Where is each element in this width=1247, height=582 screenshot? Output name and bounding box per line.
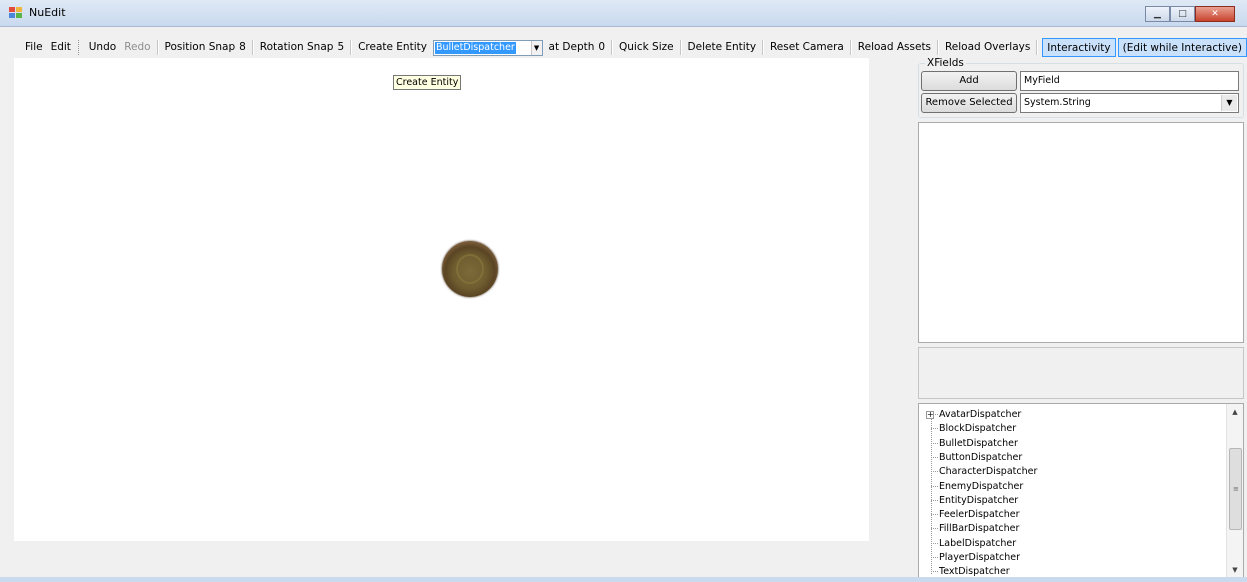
tree-connector-tick: [931, 456, 938, 458]
reload-overlays-button[interactable]: Reload Overlays: [941, 38, 1034, 57]
field-name-input[interactable]: MyField: [1020, 71, 1239, 91]
minimize-icon: ▁: [1154, 9, 1161, 19]
remove-selected-button[interactable]: Remove Selected: [921, 93, 1017, 113]
tree-item-label: FillBarDispatcher: [939, 523, 1020, 535]
scroll-thumb[interactable]: ≡: [1229, 448, 1242, 530]
tree-item-label: FeelerDispatcher: [939, 509, 1020, 521]
tree-connector-tick: [931, 571, 938, 573]
window-controls: ▁ □ ✕: [1145, 6, 1235, 22]
tree-item[interactable]: ButtonDispatcher: [919, 451, 1022, 465]
tree-item-label: TextDispatcher: [939, 566, 1010, 578]
separator: [156, 40, 159, 55]
tree-scrollbar[interactable]: ▲ ≡ ▼: [1226, 404, 1243, 578]
tree-item[interactable]: EnemyDispatcher: [919, 480, 1023, 494]
quick-size-button[interactable]: Quick Size: [615, 38, 678, 57]
tree-item-label: BulletDispatcher: [939, 437, 1018, 449]
tree-connector-tick: [931, 428, 938, 430]
tree-connector-tick: [931, 528, 938, 530]
reset-camera-button[interactable]: Reset Camera: [766, 38, 848, 57]
scroll-up-icon[interactable]: ▲: [1227, 404, 1243, 420]
tree-item-label: EnemyDispatcher: [939, 480, 1024, 492]
tree-connector-tick: [931, 499, 938, 501]
tree-connector-tick: [931, 485, 938, 487]
tree-item[interactable]: FillBarDispatcher: [919, 522, 1019, 536]
tree-connector-tick: [931, 514, 938, 516]
chevron-down-icon[interactable]: ▼: [1221, 95, 1237, 111]
toolbar: File Edit Undo Redo Position Snap 8 Rota…: [0, 37, 1247, 58]
maximize-button[interactable]: □: [1170, 6, 1195, 22]
tree-connector-tick: [931, 442, 938, 444]
tree-connector-tick: [931, 542, 938, 544]
title-bar: NuEdit ▁ □ ✕: [0, 0, 1247, 27]
tree-item-label: PlayerDispatcher: [939, 552, 1021, 563]
field-type-select[interactable]: System.String ▼: [1020, 93, 1239, 113]
dispatcher-tree[interactable]: + AvatarDispatcher BlockDispatcher BulletDi…: [918, 403, 1244, 579]
delete-entity-button[interactable]: Delete Entity: [684, 38, 761, 57]
tree-connector-tick: [931, 471, 938, 473]
tree-item[interactable]: CharacterDispatcher: [919, 465, 1037, 479]
tree-item-label: BlockDispatcher: [939, 423, 1017, 435]
toolbar-grip[interactable]: [77, 40, 82, 55]
undo-button[interactable]: Undo: [85, 38, 120, 57]
field-type-value: System.String: [1024, 97, 1091, 108]
thumb-grip-icon: ≡: [1233, 485, 1239, 493]
separator: [1036, 40, 1039, 55]
reload-assets-button[interactable]: Reload Assets: [854, 38, 935, 57]
tree-item[interactable]: EntityDispatcher: [919, 494, 1018, 508]
tree-item-label: LabelDispatcher: [939, 537, 1017, 549]
tree-item-label: ButtonDispatcher: [939, 451, 1023, 463]
separator: [849, 40, 852, 55]
tree-connector-tick: [931, 557, 938, 558]
close-icon: ✕: [1211, 9, 1219, 19]
description-panel: [918, 347, 1244, 399]
redo-button[interactable]: Redo: [120, 38, 154, 57]
entity-type-combo[interactable]: BulletDispatcher ▼: [432, 39, 543, 56]
game-viewport[interactable]: [14, 58, 869, 541]
separator: [611, 40, 614, 55]
tree-item-label: AvatarDispatcher: [939, 409, 1022, 420]
tree-item[interactable]: + AvatarDispatcher: [919, 408, 1021, 422]
bullet-entity[interactable]: [442, 241, 498, 297]
separator: [937, 40, 939, 55]
add-field-button[interactable]: Add: [921, 71, 1017, 91]
xfields-group-title: XFields: [925, 57, 966, 69]
rotation-snap-input[interactable]: 5: [337, 38, 348, 57]
close-button[interactable]: ✕: [1195, 6, 1235, 22]
menu-edit[interactable]: Edit: [47, 38, 75, 57]
entity-type-value: BulletDispatcher: [434, 41, 516, 54]
interactivity-toggle[interactable]: Interactivity: [1042, 38, 1116, 57]
chevron-down-icon[interactable]: ▼: [530, 40, 542, 55]
separator: [679, 40, 682, 55]
separator: [350, 40, 353, 55]
window-title: NuEdit: [29, 6, 66, 19]
menu-file[interactable]: File: [21, 38, 47, 57]
separator: [762, 40, 764, 55]
tree-item-label: EntityDispatcher: [939, 494, 1019, 506]
tree-item[interactable]: BulletDispatcher: [919, 437, 1018, 451]
position-snap-label: Position Snap: [164, 41, 236, 53]
tree-item[interactable]: PlayerDispatcher: [919, 551, 1020, 565]
tree-item[interactable]: BlockDispatcher: [919, 422, 1016, 436]
minimize-button[interactable]: ▁: [1145, 6, 1170, 22]
depth-input[interactable]: 0: [598, 38, 609, 57]
tree-item-label: CharacterDispatcher: [939, 466, 1038, 478]
separator: [251, 40, 254, 55]
expand-icon[interactable]: +: [926, 411, 934, 419]
position-snap-input[interactable]: 8: [239, 38, 250, 57]
property-grid[interactable]: [918, 122, 1244, 343]
rotation-snap-label: Rotation Snap: [259, 41, 334, 53]
scroll-down-icon[interactable]: ▼: [1227, 562, 1243, 578]
maximize-icon: □: [1178, 9, 1187, 19]
edit-while-interactive-toggle[interactable]: (Edit while Interactive): [1117, 38, 1247, 57]
entity-inner-ring: [456, 254, 484, 284]
create-entity-button[interactable]: Create Entity: [354, 38, 431, 57]
tree-item[interactable]: LabelDispatcher: [919, 537, 1016, 551]
status-bar: [0, 577, 1247, 582]
tree-item[interactable]: FeelerDispatcher: [919, 508, 1020, 522]
create-entity-tooltip: Create Entity: [393, 75, 462, 90]
app-icon: [9, 7, 23, 19]
at-depth-label: at Depth: [548, 41, 595, 53]
